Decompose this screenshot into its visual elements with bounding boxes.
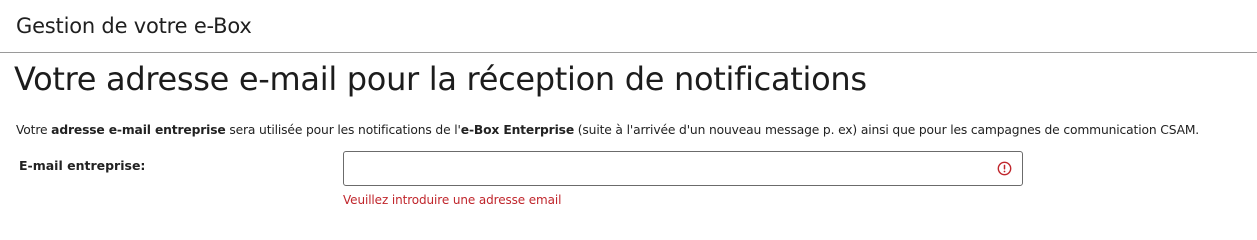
error-circle-icon (997, 161, 1012, 176)
email-field-label: E-mail entreprise: (19, 158, 146, 173)
email-field-container[interactable] (343, 151, 1023, 186)
description-part-1: Votre (16, 123, 52, 137)
description-part-2: sera utilisée pour les notifications de … (225, 123, 461, 137)
section-header: Gestion de votre e-Box (16, 14, 252, 38)
email-error-message: Veuillez introduire une adresse email (343, 193, 562, 207)
description-text: Votre adresse e-mail entreprise sera uti… (16, 123, 1199, 137)
page-title: Votre adresse e-mail pour la réception d… (14, 60, 867, 98)
email-field[interactable] (344, 152, 984, 185)
description-bold-ebox: e-Box Enterprise (460, 123, 575, 137)
header-divider (0, 52, 1257, 53)
description-part-3: (suite à l'arrivée d'un nouveau message … (574, 123, 1200, 137)
description-bold-email: adresse e-mail entreprise (51, 123, 226, 137)
